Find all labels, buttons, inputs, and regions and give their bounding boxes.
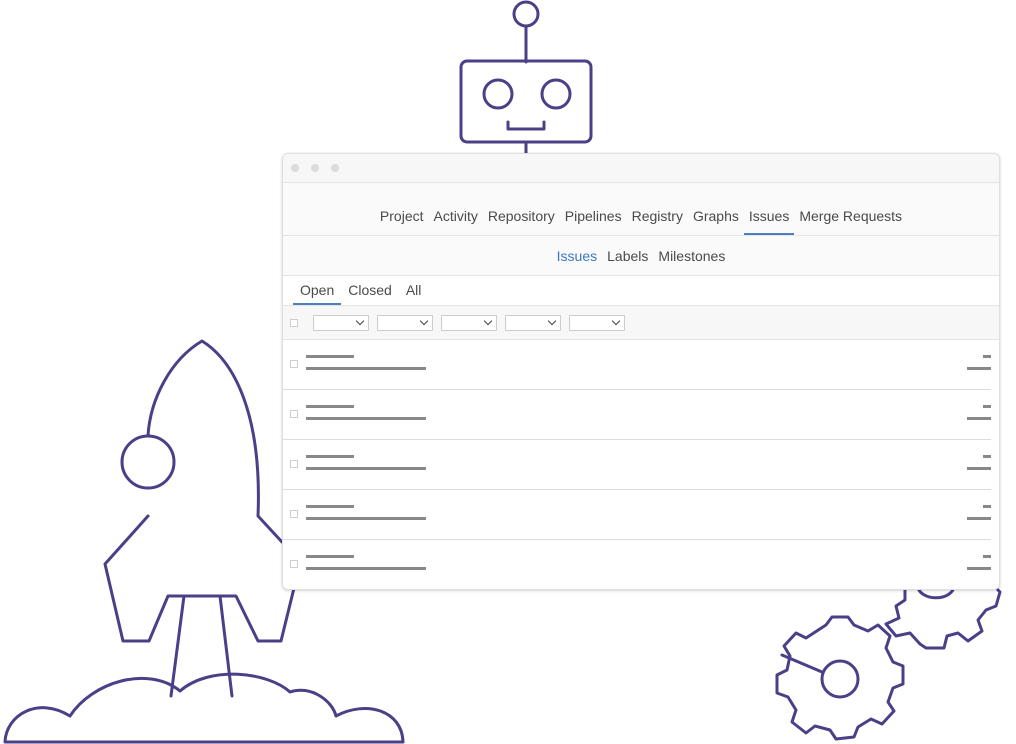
chevron-down-icon — [419, 316, 429, 325]
issue-date-placeholder — [967, 517, 991, 520]
chevron-down-icon — [547, 316, 557, 325]
issue-checkbox[interactable] — [290, 460, 298, 468]
chevron-down-icon — [611, 316, 621, 325]
nav-project[interactable]: Project — [375, 209, 429, 235]
issue-count-placeholder — [983, 355, 991, 358]
filter-dropdown[interactable] — [441, 314, 497, 331]
issue-meta-placeholder — [306, 567, 426, 570]
issue-row[interactable] — [283, 390, 991, 440]
issue-count-placeholder — [983, 455, 991, 458]
tab-closed[interactable]: Closed — [341, 283, 399, 305]
window-titlebar — [283, 154, 999, 183]
robot-icon — [459, 0, 593, 157]
filter-dropdown[interactable] — [569, 314, 625, 331]
filter-dropdown[interactable] — [377, 314, 433, 331]
app-window: Project Activity Repository Pipelines Re… — [282, 153, 1000, 590]
issue-checkbox[interactable] — [290, 560, 298, 568]
issue-meta-placeholder — [306, 417, 426, 420]
nav-graphs[interactable]: Graphs — [688, 209, 744, 235]
tab-open[interactable]: Open — [293, 283, 342, 305]
issue-checkbox[interactable] — [290, 360, 298, 368]
subnav-milestones[interactable]: Milestones — [653, 248, 730, 264]
subnav-labels[interactable]: Labels — [602, 248, 653, 264]
issue-checkbox[interactable] — [290, 510, 298, 518]
issue-date-placeholder — [967, 417, 991, 420]
window-minimize-dot[interactable] — [311, 164, 319, 172]
nav-repository[interactable]: Repository — [483, 209, 560, 235]
issue-count-placeholder — [983, 555, 991, 558]
issue-meta-placeholder — [306, 517, 426, 520]
project-navbar: Project Activity Repository Pipelines Re… — [283, 183, 999, 236]
chevron-down-icon — [355, 316, 365, 325]
filter-bar — [283, 306, 999, 340]
issue-title-placeholder — [306, 505, 354, 508]
nav-registry[interactable]: Registry — [627, 209, 688, 235]
issue-title-placeholder — [306, 405, 354, 408]
chevron-down-icon — [483, 316, 493, 325]
issue-date-placeholder — [967, 367, 991, 370]
nav-activity[interactable]: Activity — [429, 209, 483, 235]
window-maximize-dot[interactable] — [331, 164, 339, 172]
issue-count-placeholder — [983, 505, 991, 508]
issue-row[interactable] — [283, 340, 991, 390]
issue-row[interactable] — [283, 490, 991, 540]
filter-dropdown[interactable] — [313, 314, 369, 331]
nav-issues[interactable]: Issues — [743, 209, 795, 235]
issues-subnav: Issues Labels Milestones — [283, 236, 999, 276]
gear-icon — [775, 584, 1002, 741]
nav-pipelines[interactable]: Pipelines — [560, 209, 627, 235]
issue-state-tabs: Open Closed All — [283, 276, 999, 306]
select-all-checkbox[interactable] — [290, 318, 298, 327]
issue-date-placeholder — [967, 467, 991, 470]
issue-meta-placeholder — [306, 367, 426, 370]
issue-title-placeholder — [306, 355, 354, 358]
issue-list — [283, 340, 999, 589]
subnav-issues[interactable]: Issues — [552, 248, 602, 264]
window-close-dot[interactable] — [291, 164, 299, 172]
issue-count-placeholder — [983, 405, 991, 408]
issue-checkbox[interactable] — [290, 410, 298, 418]
issue-row[interactable] — [283, 440, 991, 490]
issue-meta-placeholder — [306, 467, 426, 470]
filter-dropdown[interactable] — [505, 314, 561, 331]
issue-title-placeholder — [306, 555, 354, 558]
nav-merge-requests[interactable]: Merge Requests — [794, 209, 907, 235]
issue-row[interactable] — [283, 540, 991, 589]
issue-title-placeholder — [306, 455, 354, 458]
issue-date-placeholder — [967, 567, 991, 570]
tab-all[interactable]: All — [399, 283, 429, 305]
